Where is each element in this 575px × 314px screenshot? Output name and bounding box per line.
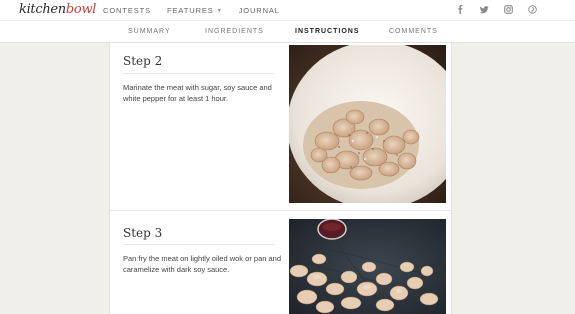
step-photo [289,219,446,314]
step-title-rule [123,244,274,245]
top-navigation-bar: kitchenbowl CONTESTS FEATURES ▼ JOURNAL [0,0,575,21]
tab-summary[interactable]: SUMMARY [128,28,171,35]
pinterest-icon[interactable] [528,5,537,14]
twitter-icon[interactable] [480,5,489,14]
site-logo[interactable]: kitchenbowl [19,2,96,17]
nav-journal[interactable]: JOURNAL [239,6,280,15]
tab-comments[interactable]: COMMENTS [389,28,438,35]
main-menu: CONTESTS FEATURES ▼ JOURNAL [103,6,280,15]
marinated-meat-bowl-photo [289,45,446,203]
nav-features[interactable]: FEATURES ▼ [167,6,223,15]
wok-frying-meat-photo [289,219,446,314]
instagram-icon[interactable] [504,5,513,14]
nav-journal-label: JOURNAL [238,6,280,15]
step-photo [289,45,446,203]
nav-features-label: FEATURES [167,6,214,15]
step-card: Step 3 Pan fry the meat on lightly oiled… [110,211,451,314]
nav-contests[interactable]: CONTESTS [103,6,151,15]
recipe-section-tabs: SUMMARY INGREDIENTS INSTRUCTIONS COMMENT… [0,21,575,43]
tab-ingredients[interactable]: INGREDIENTS [205,28,264,35]
step-title: Step 2 [123,54,163,68]
logo-prefix: kitchen [19,2,66,17]
facebook-icon[interactable] [456,5,465,14]
step-description: Marinate the meat with sugar, soy sauce … [123,83,272,103]
social-links [456,5,537,14]
step-description: Pan fry the meat on lightly oiled wok or… [123,254,282,274]
chevron-down-icon: ▼ [216,7,223,14]
instructions-content: Step 2 Marinate the meat with sugar, soy… [109,43,452,314]
logo-suffix: bowl [65,2,97,17]
nav-contests-label: CONTESTS [103,6,152,15]
step-card: Step 2 Marinate the meat with sugar, soy… [110,43,451,211]
tab-instructions[interactable]: INSTRUCTIONS [295,28,360,35]
step-title-rule [123,73,274,74]
step-title: Step 3 [123,226,163,240]
